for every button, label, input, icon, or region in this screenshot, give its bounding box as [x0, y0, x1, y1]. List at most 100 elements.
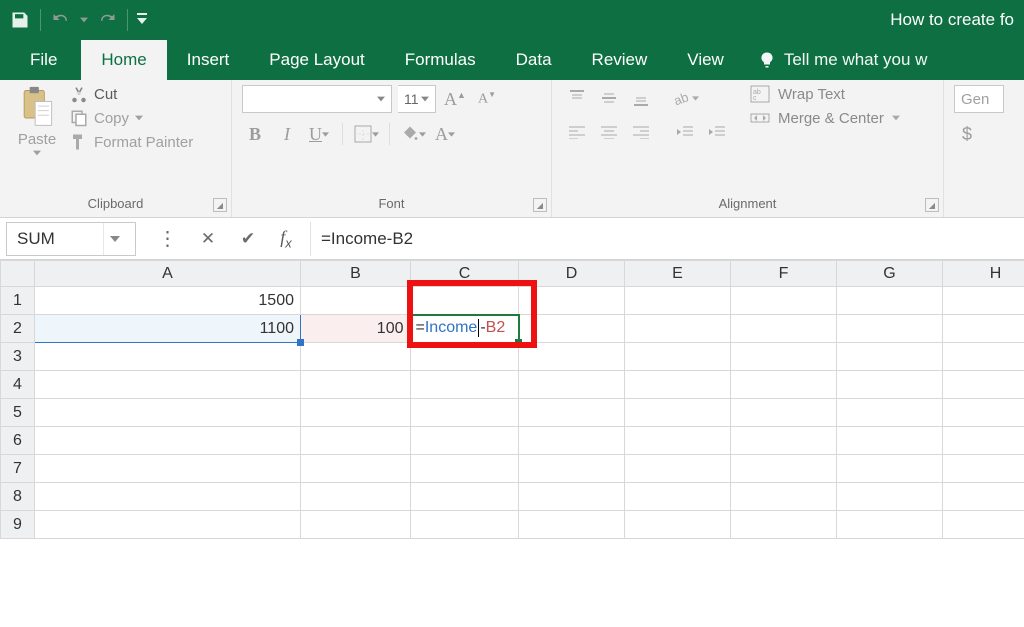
cell-E7[interactable] [625, 455, 731, 483]
select-all-corner[interactable] [1, 261, 35, 287]
row-header-2[interactable]: 2 [1, 315, 35, 343]
col-header-B[interactable]: B [301, 261, 411, 287]
cell-B7[interactable] [301, 455, 411, 483]
cell-D4[interactable] [519, 371, 625, 399]
cell-C3[interactable] [411, 343, 519, 371]
cell-D5[interactable] [519, 399, 625, 427]
cell-F6[interactable] [731, 427, 837, 455]
cell-A8[interactable] [35, 483, 301, 511]
cell-C4[interactable] [411, 371, 519, 399]
qat-customize-icon[interactable] [134, 6, 150, 34]
font-size-combo[interactable]: 11 [398, 85, 436, 113]
cell-E3[interactable] [625, 343, 731, 371]
fill-color-button[interactable] [400, 121, 426, 147]
cell-C1[interactable] [411, 287, 519, 315]
align-middle-button[interactable] [594, 85, 624, 111]
cell-D9[interactable] [519, 511, 625, 539]
tab-review[interactable]: Review [572, 40, 668, 80]
increase-indent-button[interactable] [702, 119, 732, 145]
cell-F9[interactable] [731, 511, 837, 539]
underline-button[interactable]: U [306, 121, 332, 147]
cell-F5[interactable] [731, 399, 837, 427]
cell-B3[interactable] [301, 343, 411, 371]
save-icon[interactable] [6, 6, 34, 34]
row-header-1[interactable]: 1 [1, 287, 35, 315]
cell-H1[interactable] [943, 287, 1024, 315]
align-right-button[interactable] [626, 119, 656, 145]
cell-E4[interactable] [625, 371, 731, 399]
font-launcher-icon[interactable]: ◢ [533, 198, 547, 212]
wrap-text-button[interactable]: abc Wrap Text [750, 85, 900, 103]
row-header-6[interactable]: 6 [1, 427, 35, 455]
cell-G3[interactable] [837, 343, 943, 371]
cell-D1[interactable] [519, 287, 625, 315]
cell-G7[interactable] [837, 455, 943, 483]
cell-A7[interactable] [35, 455, 301, 483]
cell-C6[interactable] [411, 427, 519, 455]
col-header-G[interactable]: G [837, 261, 943, 287]
paste-button[interactable]: Paste [10, 85, 64, 156]
tell-me-search[interactable]: Tell me what you w [744, 40, 942, 80]
cell-B8[interactable] [301, 483, 411, 511]
tab-formulas[interactable]: Formulas [385, 40, 496, 80]
fill-handle-icon[interactable] [515, 339, 522, 346]
cell-C7[interactable] [411, 455, 519, 483]
cell-G5[interactable] [837, 399, 943, 427]
cell-A4[interactable] [35, 371, 301, 399]
cell-G1[interactable] [837, 287, 943, 315]
cell-A5[interactable] [35, 399, 301, 427]
cell-E5[interactable] [625, 399, 731, 427]
cell-H3[interactable] [943, 343, 1024, 371]
col-header-D[interactable]: D [519, 261, 625, 287]
row-header-7[interactable]: 7 [1, 455, 35, 483]
name-box[interactable]: SUM [6, 222, 136, 256]
cell-D2[interactable] [519, 315, 625, 343]
tab-file[interactable]: File [6, 40, 81, 80]
align-center-button[interactable] [594, 119, 624, 145]
align-left-button[interactable] [562, 119, 592, 145]
cell-E6[interactable] [625, 427, 731, 455]
cell-D6[interactable] [519, 427, 625, 455]
col-header-E[interactable]: E [625, 261, 731, 287]
row-header-4[interactable]: 4 [1, 371, 35, 399]
italic-button[interactable]: I [274, 121, 300, 147]
cell-A1[interactable]: 1500 [35, 287, 301, 315]
cell-F1[interactable] [731, 287, 837, 315]
cell-C5[interactable] [411, 399, 519, 427]
cell-C2[interactable]: =Income-B2 [411, 315, 519, 343]
cell-F7[interactable] [731, 455, 837, 483]
row-header-8[interactable]: 8 [1, 483, 35, 511]
row-header-5[interactable]: 5 [1, 399, 35, 427]
expand-handle-icon[interactable]: ⋮ [148, 222, 188, 256]
cell-F8[interactable] [731, 483, 837, 511]
font-color-button[interactable]: A [432, 121, 458, 147]
cut-button[interactable]: Cut [70, 85, 193, 103]
row-header-9[interactable]: 9 [1, 511, 35, 539]
fx-icon[interactable]: fx [268, 227, 304, 251]
cell-E8[interactable] [625, 483, 731, 511]
row-header-3[interactable]: 3 [1, 343, 35, 371]
name-box-dropdown-icon[interactable] [103, 223, 125, 255]
accounting-format-button[interactable]: $ [954, 121, 980, 147]
cell-E9[interactable] [625, 511, 731, 539]
cell-H9[interactable] [943, 511, 1024, 539]
cell-E1[interactable] [625, 287, 731, 315]
cell-F2[interactable] [731, 315, 837, 343]
decrease-indent-button[interactable] [670, 119, 700, 145]
cell-H2[interactable] [943, 315, 1024, 343]
undo-dropdown-icon[interactable] [77, 6, 91, 34]
col-header-F[interactable]: F [731, 261, 837, 287]
cell-H8[interactable] [943, 483, 1024, 511]
formula-bar[interactable]: =Income-B2 [310, 222, 1024, 256]
range-handle-icon[interactable] [297, 339, 304, 346]
cell-B1[interactable] [301, 287, 411, 315]
col-header-A[interactable]: A [35, 261, 301, 287]
cell-G2[interactable] [837, 315, 943, 343]
tab-insert[interactable]: Insert [167, 40, 250, 80]
cell-A2[interactable]: 1100 [35, 315, 301, 343]
tab-view[interactable]: View [667, 40, 744, 80]
cell-B2[interactable]: 100 [301, 315, 411, 343]
cell-D8[interactable] [519, 483, 625, 511]
cell-H6[interactable] [943, 427, 1024, 455]
cell-B4[interactable] [301, 371, 411, 399]
